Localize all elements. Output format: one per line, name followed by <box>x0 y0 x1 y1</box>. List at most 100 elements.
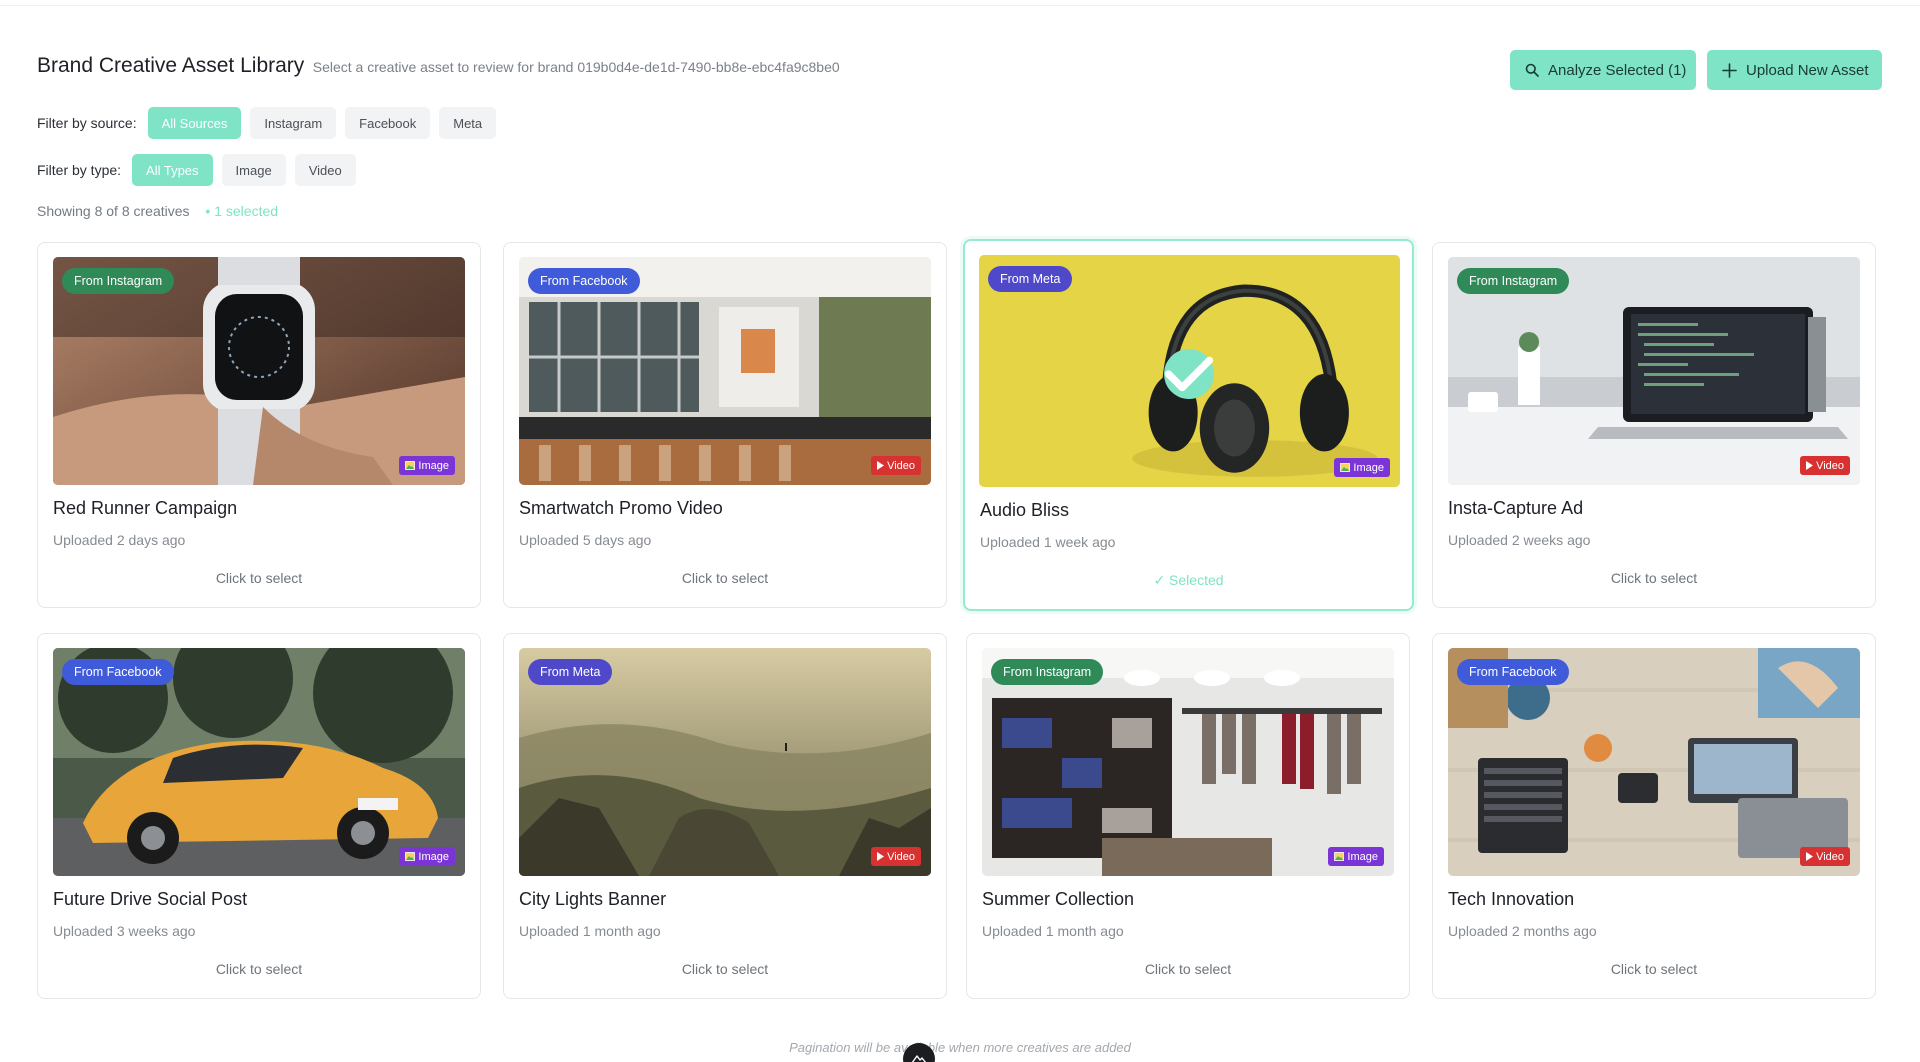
type-filter-row: Filter by type: All Types Image Video <box>37 154 365 186</box>
creative-thumbnail: From Facebook Video <box>1448 648 1860 876</box>
type-badge-label: Image <box>418 850 449 863</box>
type-badge: Image <box>399 456 455 475</box>
pagination-note: Pagination will be available when more c… <box>789 1040 1131 1055</box>
search-icon <box>1525 61 1539 79</box>
creative-card[interactable]: From Facebook Image Future Drive Social Po… <box>37 633 481 999</box>
source-badge: From Meta <box>988 266 1073 292</box>
creative-upload-time: Uploaded 1 month ago <box>519 923 661 939</box>
click-to-select-text: Click to select <box>681 570 769 586</box>
creative-upload-time: Uploaded 2 weeks ago <box>1448 532 1591 548</box>
source-badge: From Facebook <box>62 659 174 685</box>
type-filter-label: Filter by type: <box>37 162 122 178</box>
creative-title: Insta-Capture Ad <box>1448 498 1584 518</box>
showing-count: Showing 8 of 8 creatives <box>37 203 190 219</box>
type-badge: Image <box>1334 458 1390 477</box>
type-badge: Video <box>1800 847 1850 866</box>
source-chip-all[interactable]: All Sources <box>147 107 242 139</box>
play-icon <box>1806 852 1814 861</box>
creative-title: Audio Bliss <box>980 500 1070 520</box>
type-badge: Image <box>399 847 455 866</box>
header-actions: Analyze Selected (1) Upload New Asset <box>1510 50 1882 90</box>
type-badge: Video <box>871 456 921 475</box>
type-badge: Video <box>871 847 921 866</box>
creative-upload-time: Uploaded 1 month ago <box>982 923 1124 939</box>
creative-thumbnail: From Meta Image <box>979 255 1400 487</box>
source-badge: From Facebook <box>1457 659 1569 685</box>
click-to-select-text: Click to select <box>215 570 303 586</box>
results-status: Showing 8 of 8 creatives • 1 selected <box>37 203 278 219</box>
selected-indicator: ✓ Selected <box>1153 572 1224 588</box>
click-to-select-text: Click to select <box>215 961 303 977</box>
source-chip-meta[interactable]: Meta <box>439 107 497 139</box>
type-badge-label: Video <box>1816 459 1844 472</box>
creative-thumbnail: From Instagram Image <box>982 648 1394 876</box>
source-filter-row: Filter by source: All Sources Instagram … <box>37 107 505 139</box>
creative-thumbnail: From Facebook Image <box>53 648 465 876</box>
creative-thumbnail: From Meta Video <box>519 648 931 876</box>
plus-icon <box>1722 61 1737 79</box>
creative-card[interactable]: From Instagram Image Summer Collection Uplo… <box>966 633 1410 999</box>
type-badge-label: Image <box>418 459 449 472</box>
type-badge: Video <box>1800 456 1850 475</box>
creative-title: Smartwatch Promo Video <box>519 498 723 518</box>
image-icon <box>405 852 416 861</box>
creative-title: City Lights Banner <box>519 889 667 909</box>
page-title: Brand Creative Asset Library <box>37 54 305 77</box>
creative-title: Tech Innovation <box>1448 889 1575 909</box>
upload-new-asset-label: Upload New Asset <box>1746 61 1869 79</box>
creative-card[interactable]: From Meta Video City Lights Banner Uploaded… <box>503 633 947 999</box>
creative-upload-time: Uploaded 3 weeks ago <box>53 923 196 939</box>
creative-card[interactable]: From Facebook Video Smartwatch Promo Video… <box>503 242 947 608</box>
selected-count: • 1 selected <box>205 203 279 219</box>
type-badge: Image <box>1328 847 1384 866</box>
analyze-selected-button[interactable]: Analyze Selected (1) <box>1510 50 1696 90</box>
creative-title: Summer Collection <box>982 889 1135 909</box>
type-chip-all[interactable]: All Types <box>132 154 213 186</box>
type-badge-label: Image <box>1353 461 1384 474</box>
source-chip-instagram[interactable]: Instagram <box>250 107 337 139</box>
play-icon <box>1806 461 1814 470</box>
source-badge: From Instagram <box>991 659 1104 685</box>
source-badge: From Instagram <box>62 268 175 294</box>
type-chip-video[interactable]: Video <box>294 154 356 186</box>
image-icon <box>1334 852 1345 861</box>
click-to-select-text: Click to select <box>1610 570 1698 586</box>
creative-card[interactable]: From Meta Image Audio Bliss Uploaded 1 week… <box>963 239 1414 611</box>
source-badge: From Facebook <box>528 268 640 294</box>
source-filter-label: Filter by source: <box>37 115 137 131</box>
play-icon <box>877 461 885 470</box>
source-badge: From Instagram <box>1457 268 1570 294</box>
selected-check-icon <box>1164 349 1214 399</box>
top-divider <box>0 5 1920 6</box>
click-to-select-text: Click to select <box>681 961 769 977</box>
image-icon <box>1340 463 1351 472</box>
creative-thumbnail: From Facebook Video <box>519 257 931 485</box>
play-icon <box>877 852 885 861</box>
creative-upload-time: Uploaded 1 week ago <box>980 534 1116 550</box>
type-badge-label: Image <box>1347 850 1378 863</box>
analyze-selected-label: Analyze Selected (1) <box>1548 61 1687 79</box>
creative-upload-time: Uploaded 2 days ago <box>53 532 186 548</box>
image-icon <box>405 461 416 470</box>
page-header: Brand Creative Asset Library Select a cr… <box>37 50 1882 100</box>
source-chip-facebook[interactable]: Facebook <box>345 107 431 139</box>
creative-title: Red Runner Campaign <box>53 498 238 518</box>
creative-thumbnail: From Instagram Video <box>1448 257 1860 485</box>
click-to-select-text: Click to select <box>1144 961 1232 977</box>
click-to-select-text: Click to select <box>1610 961 1698 977</box>
type-badge-label: Video <box>887 850 915 863</box>
creative-thumbnail: From Instagram Image <box>53 257 465 485</box>
source-badge: From Meta <box>528 659 613 685</box>
mountain-logo-icon <box>911 1051 927 1062</box>
creative-card[interactable]: From Facebook Video Tech Innovation Uploade… <box>1432 633 1876 999</box>
page-subtitle: Select a creative asset to review for br… <box>312 59 840 75</box>
creative-card[interactable]: From Instagram Video Insta-Capture Ad Uploa… <box>1432 242 1876 608</box>
type-badge-label: Video <box>1816 850 1844 863</box>
type-chip-image[interactable]: Image <box>221 154 286 186</box>
creative-title: Future Drive Social Post <box>53 889 248 909</box>
creative-upload-time: Uploaded 5 days ago <box>519 532 652 548</box>
creative-card[interactable]: From Instagram Image Red Runner Campaign Up… <box>37 242 481 608</box>
creative-upload-time: Uploaded 2 months ago <box>1448 923 1597 939</box>
title-group: Brand Creative Asset Library Select a cr… <box>37 54 840 78</box>
upload-new-asset-button[interactable]: Upload New Asset <box>1707 50 1882 90</box>
